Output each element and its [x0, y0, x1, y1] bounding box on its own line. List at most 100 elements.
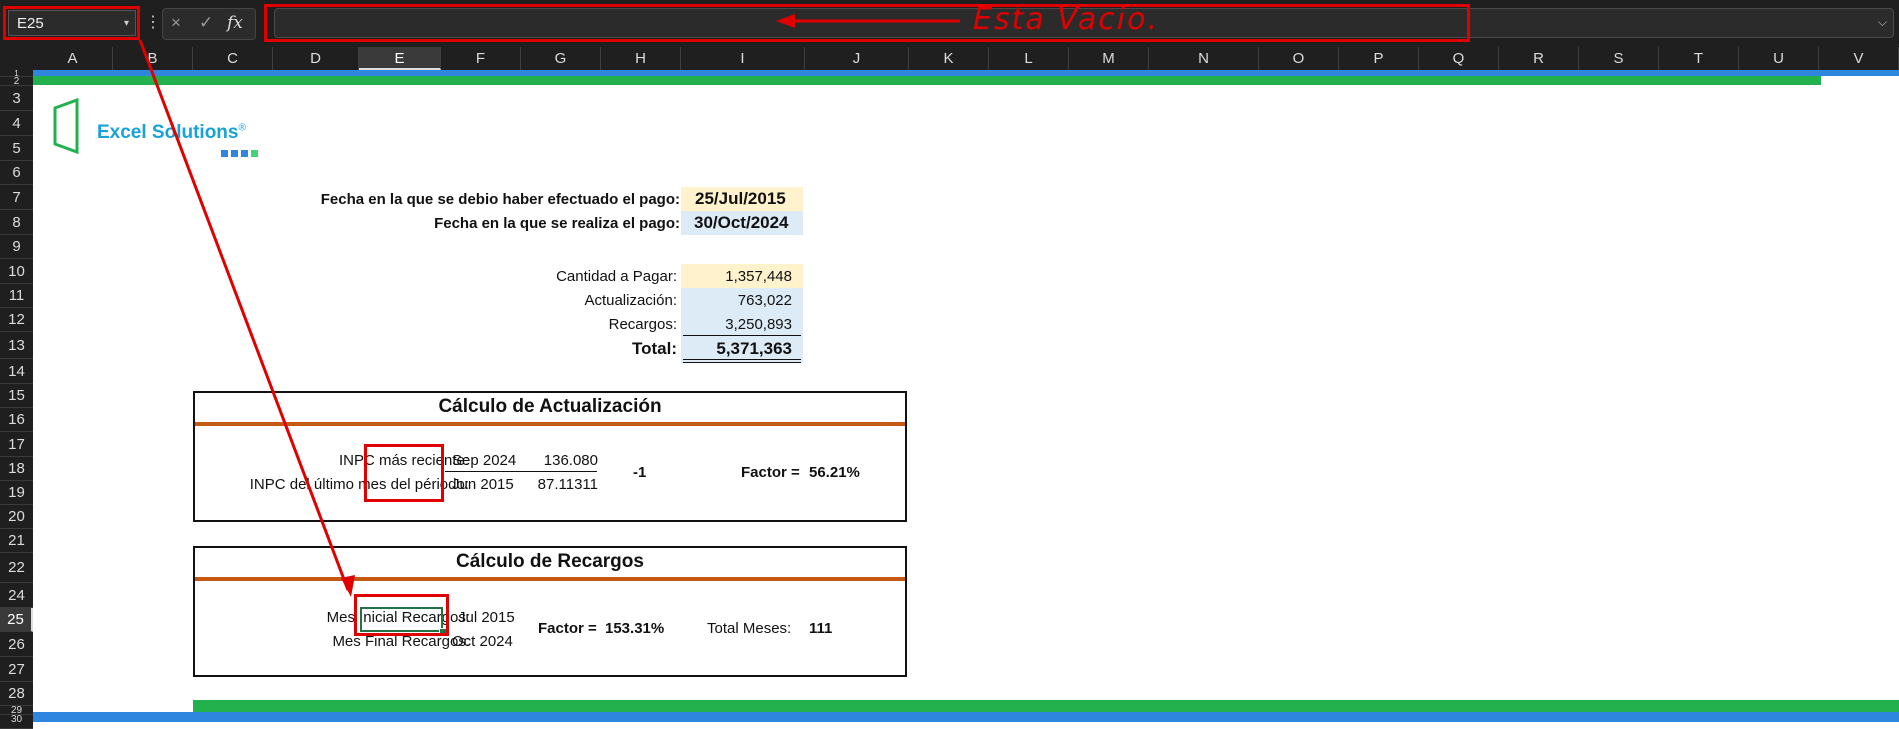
actualizacion-title: Cálculo de Actualización — [438, 396, 662, 417]
more-options-icon[interactable]: ⋮ — [145, 10, 161, 36]
row-header[interactable]: 16 — [0, 408, 33, 432]
column-header[interactable]: Q — [1419, 47, 1499, 70]
column-header[interactable]: G — [521, 47, 601, 70]
column-header[interactable]: R — [1499, 47, 1579, 70]
logo-square — [241, 150, 248, 157]
row-header[interactable]: 10 — [0, 259, 33, 284]
select-all-corner[interactable] — [0, 47, 33, 70]
header-green-bar — [33, 76, 1821, 85]
logo-text: Excel Solutions® — [97, 122, 246, 144]
column-header[interactable]: U — [1739, 47, 1819, 70]
column-header[interactable]: P — [1339, 47, 1419, 70]
column-header[interactable]: T — [1659, 47, 1739, 70]
row-header[interactable]: 19 — [0, 481, 33, 505]
actualizacion-label: Actualización: — [584, 292, 677, 309]
cantidad-value: 1,357,448 — [725, 268, 792, 285]
worksheet-grid[interactable]: Excel Solutions® Fecha en la que se debi… — [33, 70, 1899, 729]
row-header[interactable]: 24 — [0, 583, 33, 608]
row-header[interactable]: 13 — [0, 332, 33, 359]
row-header[interactable]: 6 — [0, 161, 33, 185]
row-header[interactable]: 11 — [0, 284, 33, 308]
annotation-box-formula-bar — [264, 4, 1470, 42]
row-header[interactable]: 3 — [0, 86, 33, 111]
inpc-reciente-month: Sep 2024 — [452, 452, 517, 469]
total-label: Total: — [631, 339, 677, 358]
column-header[interactable]: S — [1579, 47, 1659, 70]
column-header[interactable]: L — [989, 47, 1069, 70]
footer-green-bar — [193, 700, 1899, 712]
column-header[interactable]: A — [33, 47, 113, 70]
column-header[interactable]: V — [1819, 47, 1899, 70]
column-header[interactable]: C — [193, 47, 273, 70]
row-header[interactable]: 21 — [0, 529, 33, 553]
actualizacion-orange-rule — [195, 422, 905, 426]
column-header[interactable]: J — [805, 47, 909, 70]
total-value: 5,371,363 — [716, 339, 792, 358]
column-headers: A B C D E F G H I J K L M N O P Q R S T … — [0, 47, 1899, 71]
total-meses-label: Total Meses: — [707, 620, 792, 637]
due-date-label: Fecha en la que se debio haber efectuado… — [320, 191, 680, 208]
column-header[interactable]: N — [1149, 47, 1259, 70]
inpc-ultimo-month: Jun 2015 — [452, 476, 514, 493]
annotation-text: Esta Vacio. — [973, 2, 1159, 37]
recargos-orange-rule — [195, 577, 905, 581]
cancel-icon[interactable]: × — [171, 13, 181, 33]
row-header[interactable]: 18 — [0, 457, 33, 481]
row-header[interactable]: 12 — [0, 308, 33, 332]
actualizacion-factor-label: Factor = — [741, 464, 800, 481]
row-header[interactable]: 27 — [0, 657, 33, 682]
row-header[interactable]: 17 — [0, 432, 33, 457]
logo-square — [251, 150, 258, 157]
total-double-rule — [683, 362, 801, 363]
column-header[interactable]: D — [273, 47, 359, 70]
mes-inicial-value: Jul 2015 — [458, 609, 515, 626]
column-header[interactable]: I — [681, 47, 805, 70]
paid-date-value: 30/Oct/2024 — [694, 213, 789, 232]
row-header[interactable]: 4 — [0, 111, 33, 136]
row-header[interactable]: 9 — [0, 235, 33, 259]
row-header[interactable]: 7 — [0, 185, 33, 210]
mes-final-value: Oct 2024 — [452, 633, 513, 650]
annotation-box-inpc-labels — [364, 444, 444, 502]
logo-registered-mark: ® — [238, 122, 246, 134]
recargos-title: Cálculo de Recargos — [456, 551, 644, 572]
recargos-panel: Cálculo de Recargos — [193, 546, 907, 677]
row-header[interactable]: 14 — [0, 359, 33, 384]
footer-blue-bar — [33, 712, 1899, 722]
column-header-selected[interactable]: E — [359, 47, 441, 70]
minus-one: -1 — [633, 464, 647, 481]
row-header[interactable]: 8 — [0, 210, 33, 235]
column-header[interactable]: O — [1259, 47, 1339, 70]
column-header[interactable]: B — [113, 47, 193, 70]
cantidad-label: Cantidad a Pagar: — [556, 268, 677, 285]
function-icon[interactable]: fx — [227, 13, 243, 33]
row-header[interactable]: 5 — [0, 136, 33, 161]
row-header[interactable]: 2 — [0, 77, 33, 86]
recargos-factor-value: 153.31% — [605, 620, 665, 637]
column-header[interactable]: M — [1069, 47, 1149, 70]
division-rule — [445, 471, 597, 472]
logo-square — [221, 150, 228, 157]
actualizacion-value: 763,022 — [737, 292, 792, 309]
formula-buttons: × ✓ fx — [162, 8, 256, 40]
column-header[interactable]: K — [909, 47, 989, 70]
row-header-selected[interactable]: 25 — [0, 608, 33, 632]
row-header[interactable]: 1 — [0, 70, 33, 77]
enter-icon[interactable]: ✓ — [199, 13, 213, 33]
row-header[interactable]: 28 — [0, 682, 33, 706]
due-date-value: 25/Jul/2015 — [695, 189, 786, 208]
annotation-box-namebox — [3, 6, 140, 40]
actualizacion-factor-value: 56.21% — [809, 464, 860, 481]
row-header[interactable]: 22 — [0, 553, 33, 583]
column-header[interactable]: H — [601, 47, 681, 70]
row-header[interactable]: 26 — [0, 632, 33, 657]
row-header[interactable]: 30 — [0, 715, 33, 729]
row-header[interactable]: 29 — [0, 706, 33, 715]
row-header[interactable]: 20 — [0, 505, 33, 529]
expand-formula-bar-icon[interactable]: ⌵ — [1878, 15, 1887, 30]
inpc-ultimo-value: 87.11311 — [537, 476, 598, 493]
row-header[interactable]: 15 — [0, 384, 33, 408]
logo-square — [231, 150, 238, 157]
column-header[interactable]: F — [441, 47, 521, 70]
total-meses-value: 111 — [809, 620, 833, 637]
